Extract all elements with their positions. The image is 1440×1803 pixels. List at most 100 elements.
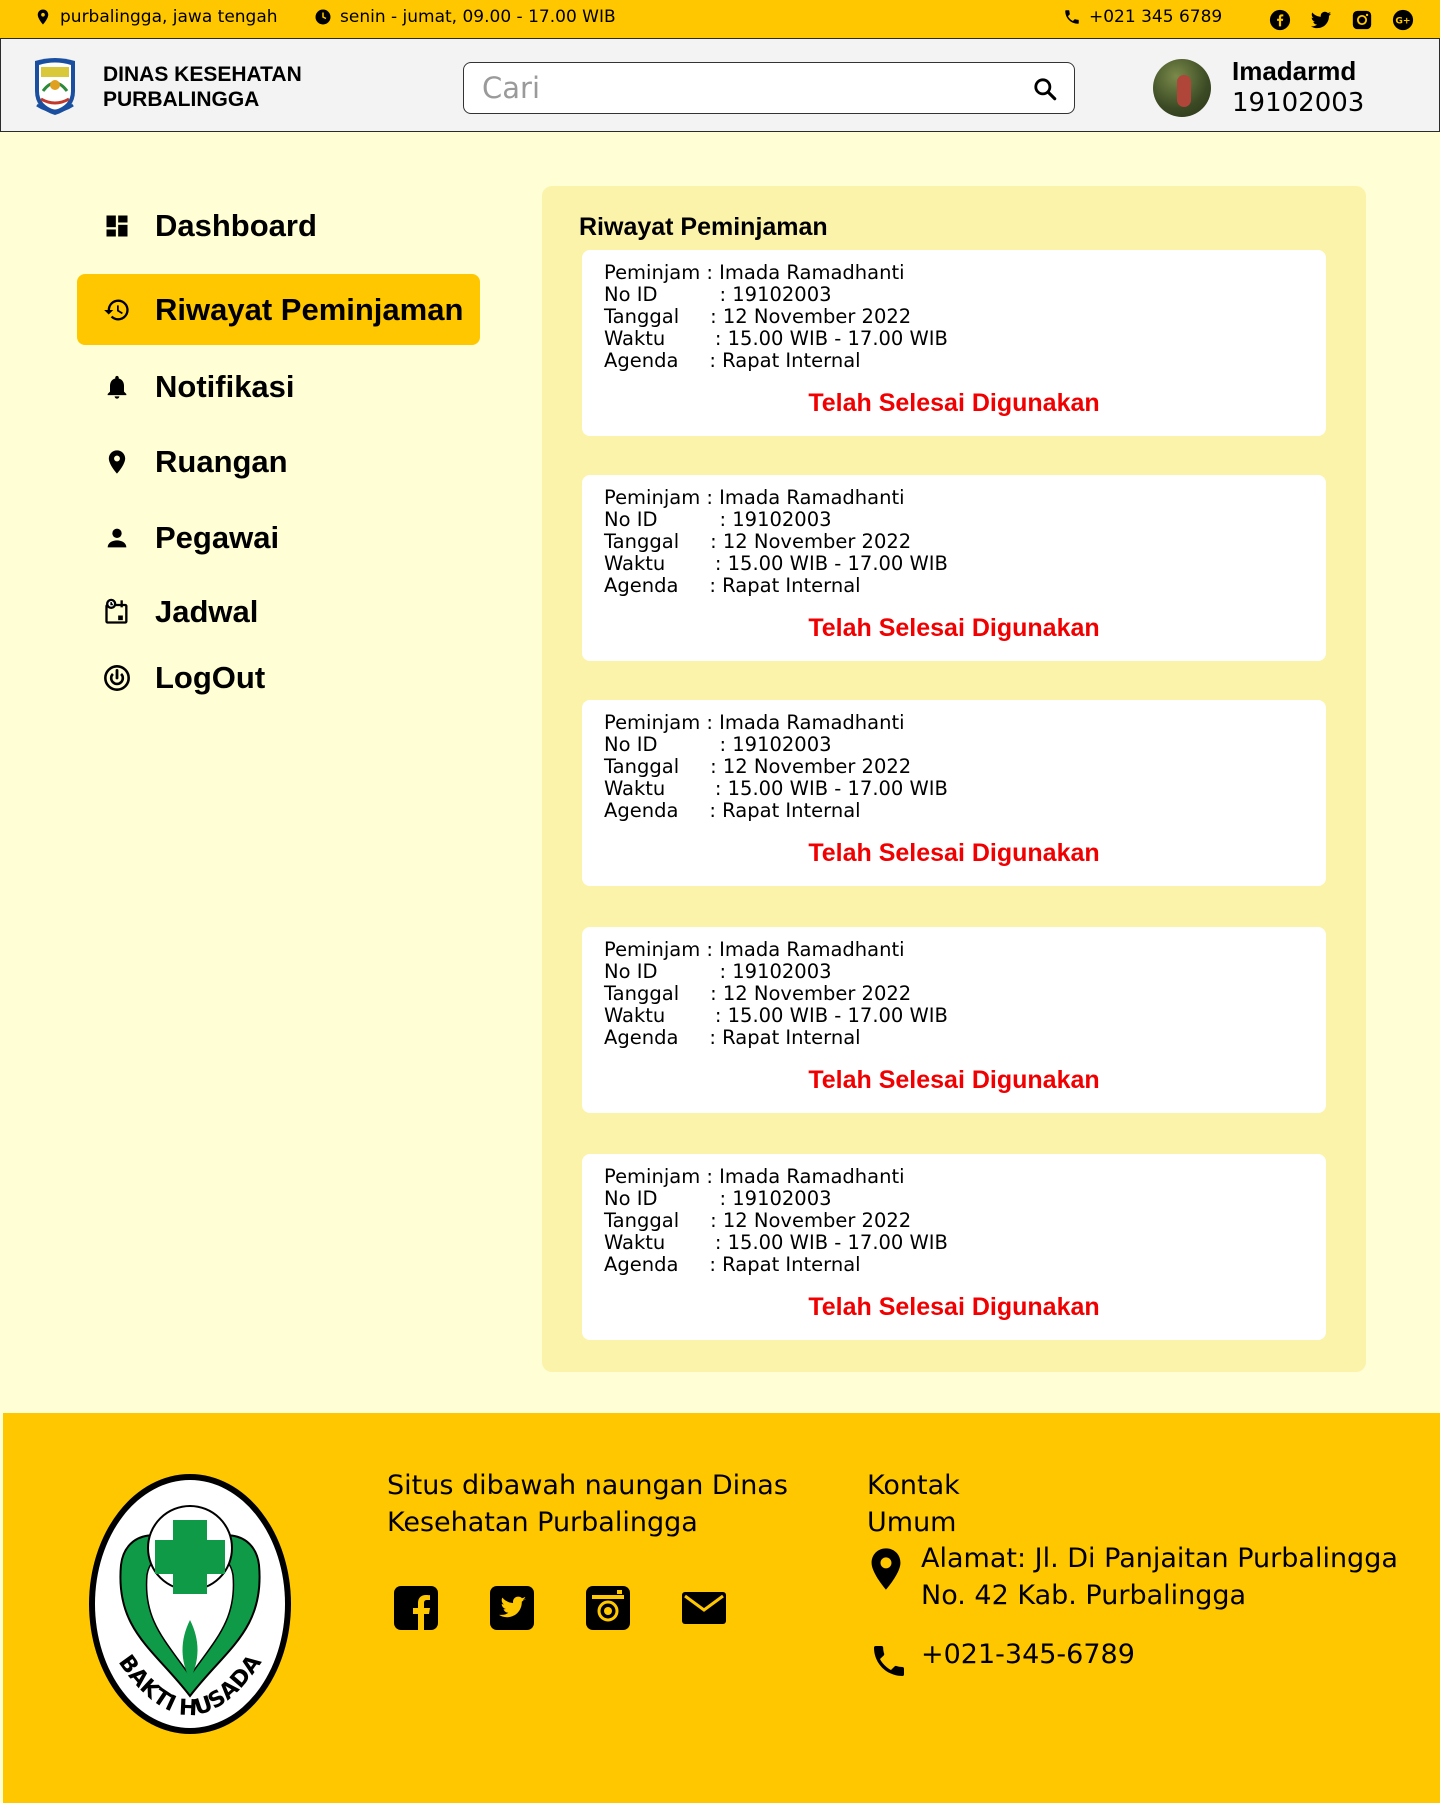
no-id-value: 19102003	[732, 1187, 832, 1210]
footer-address: Alamat: Jl. Di Panjaitan Purbalingga No.…	[921, 1540, 1401, 1614]
waktu-label: Waktu :	[604, 327, 728, 350]
facebook-icon[interactable]	[391, 1583, 441, 1633]
tanggal-value: 12 November 2022	[722, 305, 912, 328]
agenda-value: Rapat Internal	[722, 574, 861, 597]
facebook-icon[interactable]	[1269, 9, 1291, 31]
record-peminjam: Peminjam : Imada Ramadhanti	[604, 939, 905, 961]
peminjam-value: Imada Ramadhanti	[719, 1165, 905, 1188]
no-id-label: No ID :	[604, 283, 733, 306]
brand-line-1: DINAS KESEHATAN	[103, 63, 302, 86]
agenda-label: Agenda :	[604, 799, 723, 822]
peminjam-label: Peminjam :	[604, 486, 720, 509]
record-no-id: No ID : 19102003	[604, 509, 832, 531]
status-text: Telah Selesai Digunakan	[808, 1293, 1100, 1321]
tanggal-label: Tanggal :	[604, 982, 723, 1005]
twitter-icon[interactable]	[487, 1583, 537, 1633]
record-agenda: Agenda : Rapat Internal	[604, 800, 861, 822]
sidebar-item-ruangan[interactable]: Ruangan	[77, 426, 480, 497]
record-peminjam: Peminjam : Imada Ramadhanti	[604, 262, 905, 284]
sidebar-item-label: Riwayat Peminjaman	[155, 291, 464, 327]
sidebar-item-jadwal[interactable]: Jadwal	[77, 576, 480, 647]
agenda-label: Agenda :	[604, 349, 723, 372]
no-id-value: 19102003	[732, 960, 832, 983]
instagram-icon[interactable]	[583, 1583, 633, 1633]
google-plus-icon[interactable]: G+	[1392, 9, 1414, 31]
peminjam-value: Imada Ramadhanti	[719, 261, 905, 284]
record-tanggal: Tanggal : 12 November 2022	[604, 756, 911, 778]
agenda-value: Rapat Internal	[722, 1253, 861, 1276]
booking-record-card[interactable]: Peminjam : Imada Ramadhanti No ID : 1910…	[582, 927, 1326, 1113]
waktu-label: Waktu :	[604, 552, 728, 575]
booking-record-card[interactable]: Peminjam : Imada Ramadhanti No ID : 1910…	[582, 700, 1326, 886]
search-input[interactable]	[482, 71, 1022, 105]
mail-icon[interactable]	[679, 1583, 729, 1633]
phone-icon	[874, 1646, 904, 1676]
agenda-value: Rapat Internal	[722, 799, 861, 822]
twitter-icon[interactable]	[1310, 9, 1332, 31]
sidebar-item-dashboard[interactable]: Dashboard	[77, 190, 480, 261]
sidebar-item-riwayat-peminjaman[interactable]: Riwayat Peminjaman	[77, 274, 480, 345]
sidebar-item-logout[interactable]: LogOut	[77, 642, 480, 713]
phone-info[interactable]: +021 345 6789	[1063, 7, 1222, 27]
sidebar-item-label: Jadwal	[155, 593, 259, 629]
brand-name: DINAS KESEHATAN PURBALINGGA	[103, 62, 302, 112]
search-icon[interactable]	[1032, 76, 1058, 102]
record-agenda: Agenda : Rapat Internal	[604, 1027, 861, 1049]
instagram-icon[interactable]	[1351, 9, 1373, 31]
agenda-label: Agenda :	[604, 574, 723, 597]
record-no-id: No ID : 19102003	[604, 1188, 832, 1210]
tanggal-value: 12 November 2022	[722, 982, 912, 1005]
kontak-line-1: Kontak	[867, 1470, 960, 1501]
no-id-value: 19102003	[732, 283, 832, 306]
tanggal-label: Tanggal :	[604, 1209, 723, 1232]
user-avatar[interactable]	[1153, 59, 1211, 117]
booking-record-card[interactable]: Peminjam : Imada Ramadhanti No ID : 1910…	[582, 250, 1326, 436]
record-no-id: No ID : 19102003	[604, 734, 832, 756]
status-text: Telah Selesai Digunakan	[808, 389, 1100, 417]
no-id-label: No ID :	[604, 1187, 733, 1210]
location-pin-icon	[871, 1548, 901, 1590]
search-box	[463, 62, 1075, 114]
sidebar-item-label: Dashboard	[155, 207, 317, 243]
sidebar-item-pegawai[interactable]: Pegawai	[77, 502, 480, 573]
tanggal-label: Tanggal :	[604, 755, 723, 778]
site-header: DINAS KESEHATAN PURBALINGGA Imadarmd 191…	[0, 39, 1440, 132]
bakti-husada-logo: BAKTI HUSADA	[89, 1474, 291, 1734]
power-icon	[104, 664, 130, 691]
record-peminjam: Peminjam : Imada Ramadhanti	[604, 1166, 905, 1188]
schedule-icon	[105, 598, 128, 624]
about-line-1: Situs dibawah naungan Dinas	[387, 1470, 788, 1501]
booking-record-card[interactable]: Peminjam : Imada Ramadhanti No ID : 1910…	[582, 1154, 1326, 1340]
footer-kontak-heading: Kontak Umum	[867, 1467, 960, 1541]
waktu-label: Waktu :	[604, 1004, 728, 1027]
user-name: Imadarmd	[1232, 56, 1357, 86]
about-line-2: Kesehatan Purbalingga	[387, 1507, 698, 1538]
brand-line-2: PURBALINGGA	[103, 88, 260, 111]
record-waktu: Waktu : 15.00 WIB - 17.00 WIB	[604, 1005, 948, 1027]
agenda-value: Rapat Internal	[722, 1026, 861, 1049]
svg-text:G+: G+	[1395, 16, 1410, 27]
record-waktu: Waktu : 15.00 WIB - 17.00 WIB	[604, 328, 948, 350]
sidebar-item-label: LogOut	[155, 659, 266, 695]
address-line-2: No. 42 Kab. Purbalingga	[921, 1580, 1247, 1611]
footer-phone[interactable]: +021-345-6789	[921, 1639, 1135, 1670]
no-id-label: No ID :	[604, 733, 733, 756]
phone-icon	[1065, 10, 1079, 24]
top-social-links: G+	[1269, 9, 1414, 31]
agenda-value: Rapat Internal	[722, 349, 861, 372]
location-text: purbalingga, jawa tengah	[60, 7, 278, 27]
no-id-value: 19102003	[732, 508, 832, 531]
sidebar-item-notifikasi[interactable]: Notifikasi	[77, 351, 480, 422]
record-waktu: Waktu : 15.00 WIB - 17.00 WIB	[604, 553, 948, 575]
record-tanggal: Tanggal : 12 November 2022	[604, 1210, 911, 1232]
phone-text: +021 345 6789	[1089, 7, 1223, 27]
dashboard-icon	[106, 215, 128, 236]
purbalingga-crest-logo[interactable]	[31, 55, 79, 117]
person-icon	[107, 528, 127, 547]
kontak-line-2: Umum	[867, 1507, 957, 1538]
record-tanggal: Tanggal : 12 November 2022	[604, 531, 911, 553]
booking-record-card[interactable]: Peminjam : Imada Ramadhanti No ID : 1910…	[582, 475, 1326, 661]
site-footer: BAKTI HUSADA Situs dibawah naungan Dinas…	[3, 1413, 1440, 1803]
record-tanggal: Tanggal : 12 November 2022	[604, 306, 911, 328]
page-title: Riwayat Peminjaman	[579, 213, 828, 241]
